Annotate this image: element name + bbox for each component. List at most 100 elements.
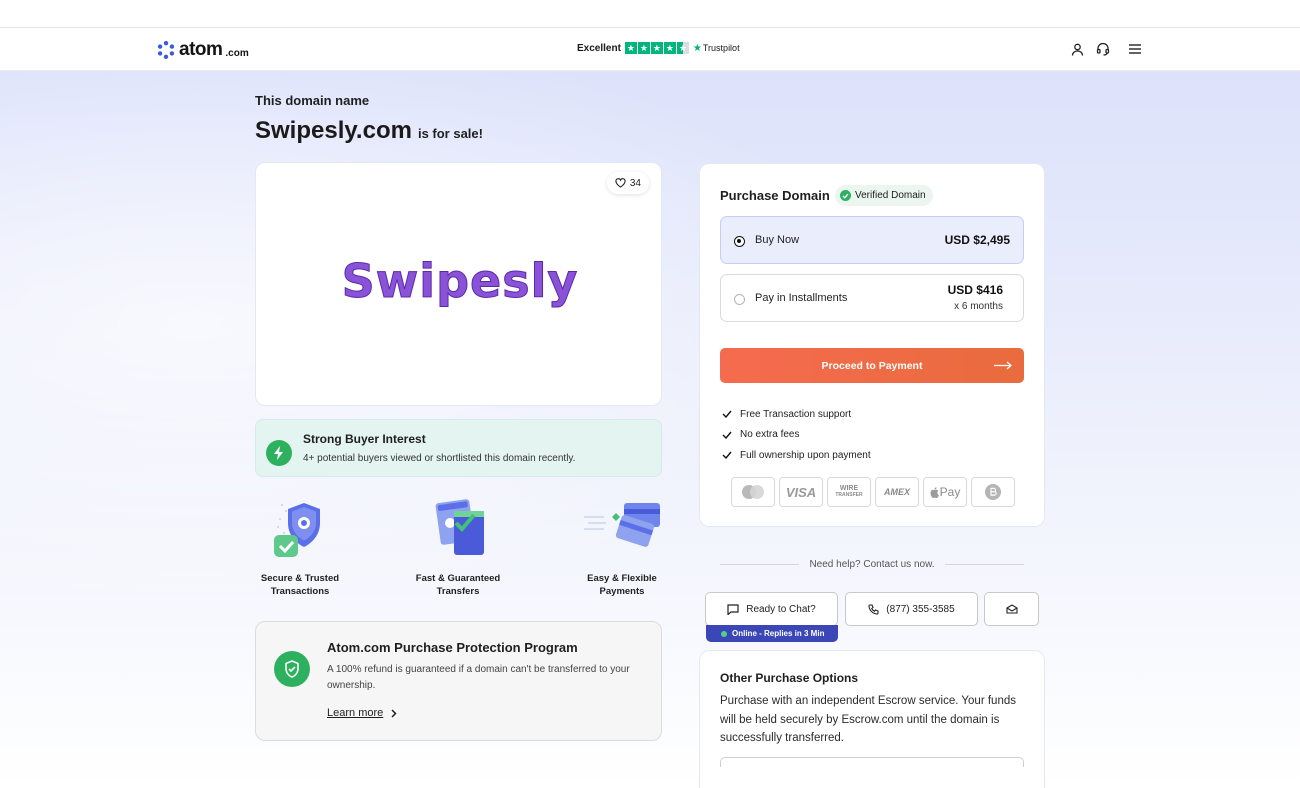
top-navbar: atom .com Excellent ★ ★ ★ ★ ★ ★ Trustpil…: [0, 28, 1300, 71]
check-icon: [722, 410, 732, 419]
buy-now-radio[interactable]: [734, 236, 745, 247]
buyer-interest-banner: Strong Buyer Interest 4+ potential buyer…: [255, 419, 662, 477]
help-text: Need help? Contact us now.: [809, 559, 935, 570]
buy-now-price: USD $2,495: [944, 233, 1010, 247]
star-icon: ★: [637, 42, 650, 54]
apple-icon: [930, 486, 939, 498]
heart-icon: [615, 178, 626, 188]
feature-transfers-line-1: Fast & Guaranteed: [415, 573, 501, 584]
benefits-list: Free Transaction support No extra fees F…: [722, 404, 871, 466]
feature-transfers-label: Fast & Guaranteed Transfers: [403, 572, 513, 598]
menu-icon[interactable]: [1127, 41, 1143, 57]
protection-title: Atom.com Purchase Protection Program: [327, 640, 578, 655]
interest-text: 4+ potential buyers viewed or shortliste…: [303, 453, 576, 464]
domain-logo-card: 34 Swipesly: [255, 162, 662, 406]
mail-icon: [1005, 604, 1018, 614]
interest-title: Strong Buyer Interest: [303, 432, 426, 446]
apple-pay-icon: Pay: [923, 477, 967, 507]
star-icon: ★: [663, 42, 676, 54]
benefit-label: Full ownership upon payment: [740, 449, 871, 461]
other-purchase-options-card: Other Purchase Options Purchase with an …: [699, 650, 1045, 788]
star-icon: ★: [624, 42, 637, 54]
payment-methods: VISA WIRE TRANSFER AMEX Pay: [731, 477, 1015, 507]
bitcoin-icon: [971, 477, 1015, 507]
lightning-icon: [266, 440, 292, 466]
for-sale-text: is for sale!: [417, 126, 483, 141]
logo-suffix: .com: [225, 47, 249, 59]
wire-text-1: WIRE: [839, 485, 859, 492]
domain-kicker: This domain name: [255, 93, 370, 108]
feature-secure-label: Secure & Trusted Transactions: [245, 572, 355, 598]
benefit-label: No extra fees: [740, 429, 800, 441]
installments-radio[interactable]: [734, 294, 745, 305]
option-buy-now[interactable]: Buy Now USD $2,495: [720, 216, 1024, 264]
phone-number: (877) 355-3585: [886, 603, 955, 615]
apple-pay-text: Pay: [939, 485, 961, 499]
trustpilot-rating[interactable]: Excellent ★ ★ ★ ★ ★ ★ Trustpilot: [577, 42, 740, 54]
buy-now-label: Buy Now: [755, 234, 800, 246]
escrow-option-field[interactable]: [720, 757, 1024, 767]
atom-logo[interactable]: atom .com: [156, 39, 249, 61]
purchase-card: Purchase Domain Verified Domain Buy Now …: [699, 163, 1045, 527]
amex-text: AMEX: [883, 487, 910, 497]
feature-secure-line-2: Transactions: [270, 586, 330, 597]
wire-text-2: TRANSFER: [835, 492, 863, 498]
trustpilot-label: Trustpilot: [702, 43, 740, 53]
logo-text: atom: [179, 39, 223, 60]
star-icon: ★: [650, 42, 663, 54]
installments-price: USD $416: [947, 283, 1003, 297]
proceed-to-payment-button[interactable]: Proceed to Payment: [720, 348, 1024, 383]
help-divider: Need help? Contact us now.: [720, 559, 1024, 570]
online-status-text: Online - Replies in 3 Min: [732, 629, 825, 638]
domain-headline: Swipesly.com is for sale!: [255, 117, 483, 145]
amex-icon: AMEX: [875, 477, 919, 507]
check-icon: [722, 431, 732, 439]
option-installments[interactable]: Pay in Installments USD $416 x 6 months: [720, 274, 1024, 322]
shield-check-icon: [274, 503, 320, 557]
chat-button[interactable]: Ready to Chat?: [705, 592, 838, 626]
benefit-item: No extra fees: [722, 425, 871, 446]
phone-icon: [868, 603, 879, 615]
swipesly-brand-logo: Swipesly: [341, 259, 579, 309]
feature-secure-line-1: Secure & Trusted: [260, 573, 340, 584]
visa-icon: VISA: [779, 477, 823, 507]
other-options-title: Other Purchase Options: [720, 671, 859, 685]
chevron-right-icon: [391, 708, 397, 718]
feature-transfers: Fast & Guaranteed Transfers: [403, 497, 513, 598]
user-icon[interactable]: [1069, 41, 1085, 57]
email-button[interactable]: [984, 592, 1039, 626]
brand-logo-text: Swipesly: [342, 259, 579, 308]
nav-icons: [1069, 41, 1143, 57]
trust-stars: ★ ★ ★ ★ ★: [624, 42, 689, 54]
online-dot-icon: [721, 630, 727, 637]
benefit-item: Full ownership upon payment: [722, 445, 871, 466]
shield-check-icon: [274, 651, 310, 687]
verified-label: Verified Domain: [855, 190, 926, 201]
purchase-title: Purchase Domain: [720, 188, 830, 203]
arrow-right-icon: [994, 361, 1012, 370]
headset-icon[interactable]: [1095, 41, 1111, 57]
verified-check-icon: [840, 190, 851, 201]
feature-payments-line-2: Payments: [599, 586, 645, 597]
chat-label: Ready to Chat?: [746, 603, 816, 615]
domain-name: Swipesly.com: [255, 117, 412, 144]
divider-left: [720, 564, 800, 565]
learn-more-link[interactable]: Learn more: [327, 707, 397, 719]
installments-label: Pay in Installments: [755, 292, 848, 304]
trustpilot-star-icon: ★: [692, 42, 702, 54]
benefit-label: Free Transaction support: [740, 408, 852, 420]
other-options-text: Purchase with an independent Escrow serv…: [720, 695, 1016, 744]
purchase-protection-card: Atom.com Purchase Protection Program A 1…: [255, 621, 662, 741]
benefit-item: Free Transaction support: [722, 404, 871, 425]
trustpilot-brand: ★ Trustpilot: [693, 43, 740, 54]
wire-transfer-icon: WIRE TRANSFER: [827, 477, 871, 507]
protection-text: A 100% refund is guaranteed if a domain …: [327, 664, 630, 691]
feature-transfers-line-2: Transfers: [436, 586, 480, 597]
phone-button[interactable]: (877) 355-3585: [845, 592, 978, 626]
feature-payments-line-1: Easy & Flexible: [587, 573, 657, 584]
favorite-button[interactable]: 34: [606, 172, 649, 194]
proceed-label: Proceed to Payment: [821, 359, 923, 372]
feature-payments-label: Easy & Flexible Payments: [567, 572, 677, 598]
online-status-bar: Online - Replies in 3 Min: [706, 625, 838, 642]
half-star-icon: ★: [676, 42, 689, 54]
